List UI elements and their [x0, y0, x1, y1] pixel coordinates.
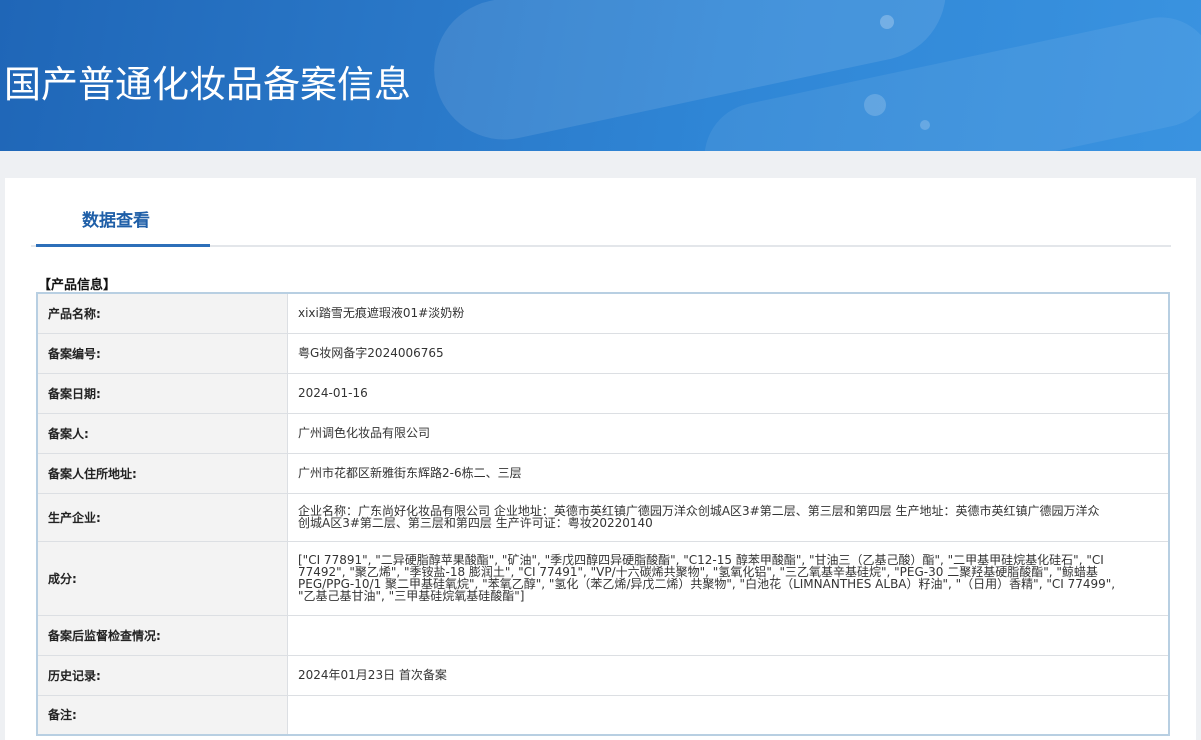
row-label-registrant-address: 备案人住所地址: [36, 452, 288, 494]
tab-data-view[interactable]: 数据查看 [82, 206, 150, 231]
banner-decoration [880, 15, 894, 29]
table-row: 备案日期: 2024-01-16 [36, 372, 1170, 414]
row-value-record-number: 粤G妆网备字2024006765 [287, 332, 1170, 374]
row-label-ingredients: 成分: [36, 540, 288, 616]
page-banner: 国产普通化妆品备案信息 [0, 0, 1201, 151]
page-title: 国产普通化妆品备案信息 [4, 63, 411, 106]
section-title: 【产品信息】 [38, 278, 117, 293]
row-value-registrant: 广州调色化妆品有限公司 [287, 412, 1170, 454]
table-row: 备案人: 广州调色化妆品有限公司 [36, 412, 1170, 454]
row-value-ingredients: ["CI 77891", "二异硬脂醇苹果酸酯", "矿油", "季戊四醇四异硬… [287, 540, 1170, 616]
row-label-product-name: 产品名称: [36, 292, 288, 334]
table-row: 成分: ["CI 77891", "二异硬脂醇苹果酸酯", "矿油", "季戊四… [36, 540, 1170, 616]
row-label-registrant: 备案人: [36, 412, 288, 454]
row-label-record-date: 备案日期: [36, 372, 288, 414]
row-label-record-number: 备案编号: [36, 332, 288, 374]
banner-decoration [864, 94, 886, 116]
row-value-supervision [287, 614, 1170, 656]
banner-decoration [920, 120, 930, 130]
row-label-manufacturer: 生产企业: [36, 492, 288, 542]
row-label-supervision: 备案后监督检查情况: [36, 614, 288, 656]
active-tab-indicator [36, 244, 210, 247]
row-value-record-date: 2024-01-16 [287, 372, 1170, 414]
row-label-remarks: 备注: [36, 694, 288, 736]
row-label-history: 历史记录: [36, 654, 288, 696]
row-value-history: 2024年01月23日 首次备案 [287, 654, 1170, 696]
table-row: 产品名称: xixi踏雪无痕遮瑕液01#淡奶粉 [36, 292, 1170, 334]
row-value-remarks [287, 694, 1170, 736]
table-row: 历史记录: 2024年01月23日 首次备案 [36, 654, 1170, 696]
table-row: 备案编号: 粤G妆网备字2024006765 [36, 332, 1170, 374]
table-row: 备案后监督检查情况: [36, 614, 1170, 656]
product-info-table: 产品名称: xixi踏雪无痕遮瑕液01#淡奶粉 备案编号: 粤G妆网备字2024… [36, 292, 1170, 736]
row-value-manufacturer: 企业名称：广东尚好化妆品有限公司 企业地址：英德市英红镇广德园万洋众创城A区3#… [287, 492, 1170, 542]
table-row: 生产企业: 企业名称：广东尚好化妆品有限公司 企业地址：英德市英红镇广德园万洋众… [36, 492, 1170, 542]
row-value-product-name: xixi踏雪无痕遮瑕液01#淡奶粉 [287, 292, 1170, 334]
row-value-registrant-address: 广州市花都区新雅街东辉路2-6栋二、三层 [287, 452, 1170, 494]
table-row: 备注: [36, 694, 1170, 736]
table-row: 备案人住所地址: 广州市花都区新雅街东辉路2-6栋二、三层 [36, 452, 1170, 494]
